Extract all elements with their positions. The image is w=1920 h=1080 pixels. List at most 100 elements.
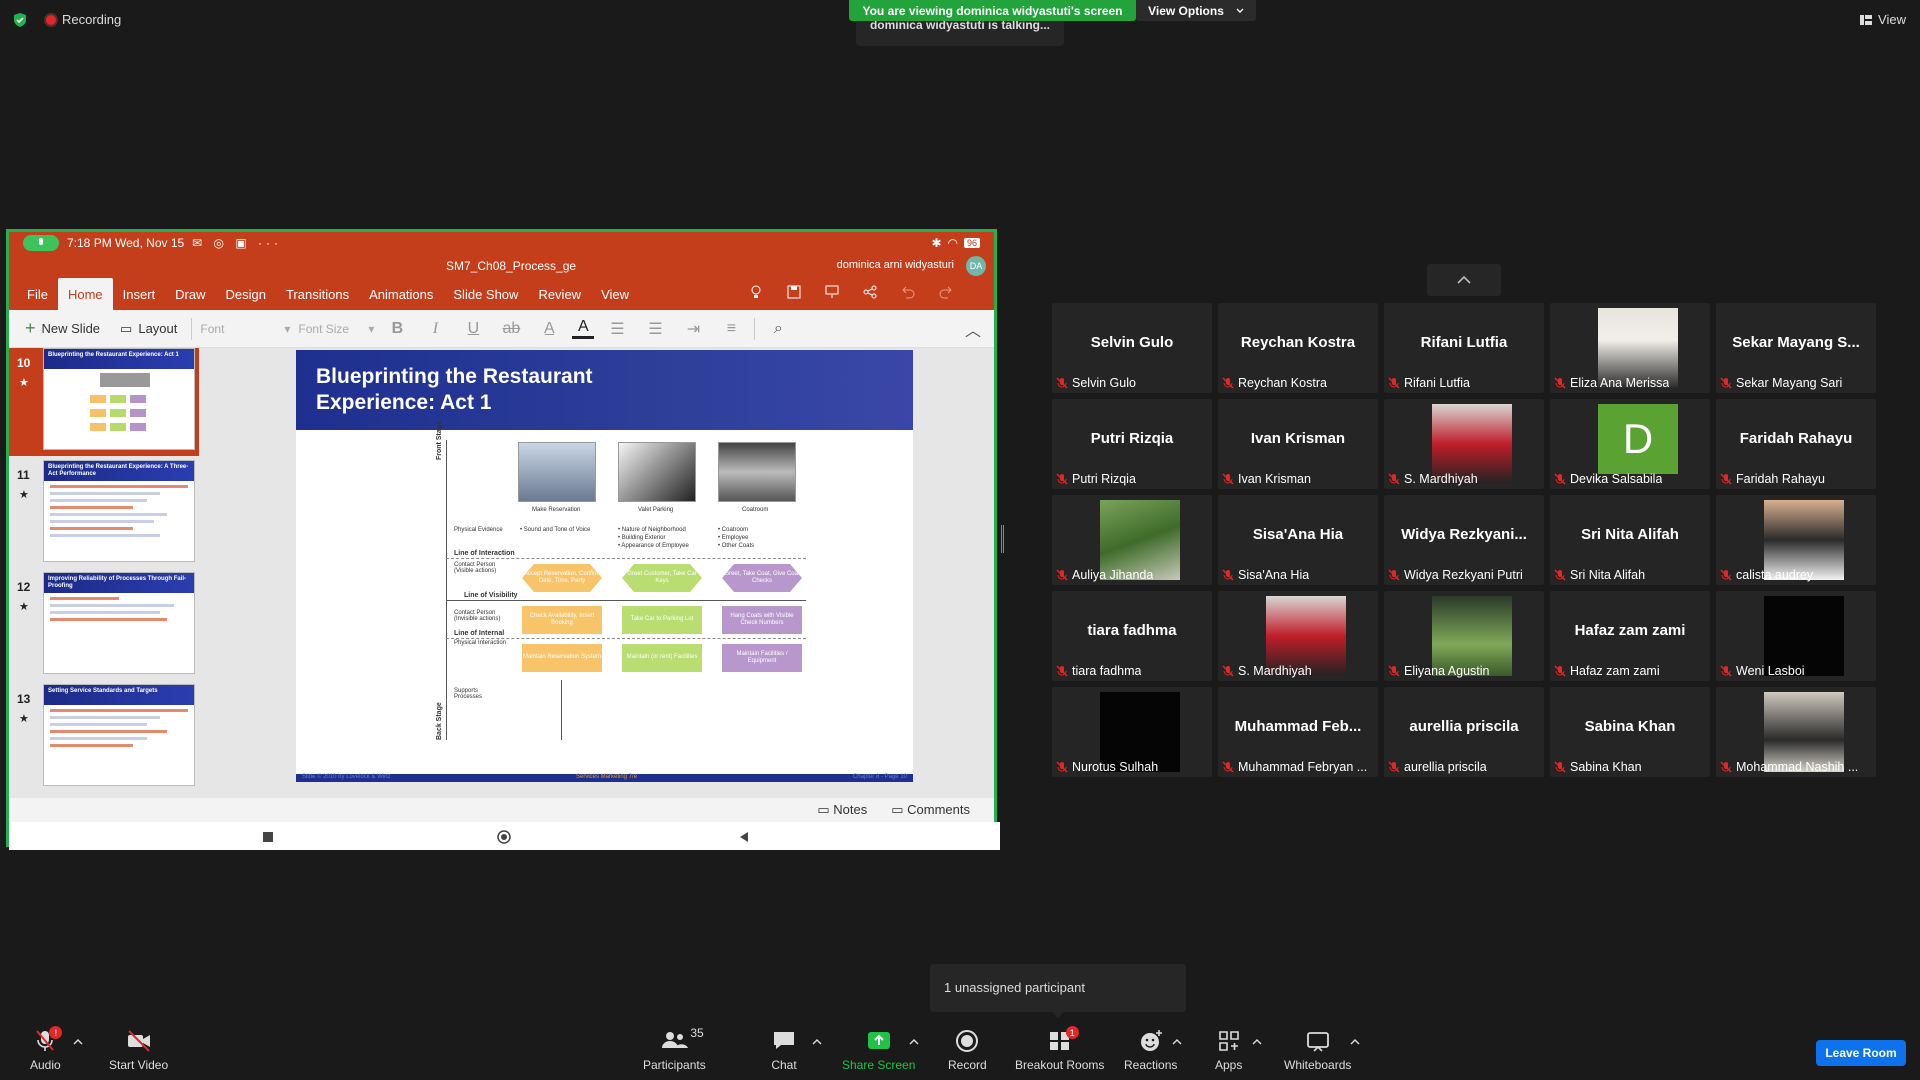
tab-view[interactable]: View: [591, 278, 639, 310]
participant-tile[interactable]: Nurotus Sulhah: [1052, 687, 1212, 777]
strikethrough-icon[interactable]: ab: [496, 320, 526, 338]
participant-display-name: Muhammad Feb...: [1234, 718, 1362, 735]
whiteboards-button[interactable]: Whiteboards: [1284, 1028, 1351, 1072]
participant-tile[interactable]: Eliza Ana Merissa: [1550, 303, 1710, 393]
redo-icon[interactable]: [938, 284, 954, 300]
bullets-icon[interactable]: ☰: [602, 319, 632, 339]
tab-file[interactable]: File: [17, 278, 58, 310]
breakout-rooms-button[interactable]: 1 Breakout Rooms: [1015, 1026, 1105, 1072]
underline-icon[interactable]: U: [458, 320, 488, 338]
chat-options-caret-icon[interactable]: [812, 1038, 822, 1046]
font-size-select[interactable]: Font Size ▾: [298, 322, 374, 336]
comments-button[interactable]: ▭ Comments: [891, 802, 970, 818]
home-icon[interactable]: [497, 830, 511, 844]
participant-tile[interactable]: Faridah Rahayu Faridah Rahayu: [1716, 399, 1876, 489]
participant-tile[interactable]: aurellia priscila aurellia priscila: [1384, 687, 1544, 777]
participant-tile[interactable]: Sabina Khan Sabina Khan: [1550, 687, 1710, 777]
participant-tile[interactable]: Reychan Kostra Reychan Kostra: [1218, 303, 1378, 393]
present-icon[interactable]: [824, 284, 840, 300]
share-options-caret-icon[interactable]: [909, 1038, 919, 1046]
participant-tile[interactable]: Ivan Krisman Ivan Krisman: [1218, 399, 1378, 489]
participant-tile[interactable]: tiara fadhma tiara fadhma: [1052, 591, 1212, 681]
share-screen-button[interactable]: Share Screen: [842, 1028, 915, 1072]
participant-tile[interactable]: Selvin Gulo Selvin Gulo: [1052, 303, 1212, 393]
whiteboards-caret-icon[interactable]: [1350, 1038, 1360, 1046]
tab-transitions[interactable]: Transitions: [276, 278, 359, 310]
audio-options-caret-icon[interactable]: [73, 1038, 83, 1046]
participant-tile[interactable]: S. Mardhiyah: [1384, 399, 1544, 489]
home-toolbar: + New Slide ▭ Layout Font ▾ Font Size ▾ B …: [9, 310, 994, 348]
breakout-rooms-label: Breakout Rooms: [1015, 1058, 1105, 1072]
security-shield-icon[interactable]: [12, 12, 28, 28]
numbering-icon[interactable]: ☰: [640, 319, 670, 339]
tab-home[interactable]: Home: [57, 278, 113, 310]
user-avatar[interactable]: DA: [966, 256, 986, 276]
gallery-page-up-button[interactable]: [1427, 264, 1501, 296]
layout-button[interactable]: ▭ Layout: [114, 321, 183, 337]
view-options-button[interactable]: View Options: [1136, 0, 1256, 21]
tab-slide-show[interactable]: Slide Show: [443, 278, 528, 310]
recent-apps-icon[interactable]: [261, 830, 275, 844]
save-icon[interactable]: [786, 284, 802, 300]
participants-button[interactable]: 35 Participants: [643, 1026, 706, 1072]
panel-resize-handle[interactable]: [1001, 525, 1004, 553]
tab-insert[interactable]: Insert: [113, 278, 166, 310]
participant-tile[interactable]: Sri Nita Alifah Sri Nita Alifah: [1550, 495, 1710, 585]
recording-indicator[interactable]: Recording: [46, 12, 121, 27]
tab-design[interactable]: Design: [216, 278, 276, 310]
muted-mic-icon: [1554, 473, 1566, 485]
tab-animations[interactable]: Animations: [359, 278, 443, 310]
participant-tile[interactable]: Mohammad Nashih ...: [1716, 687, 1876, 777]
participant-tile[interactable]: Sisa'Ana Hia Sisa'Ana Hia: [1218, 495, 1378, 585]
highlight-icon[interactable]: A̲: [534, 320, 564, 338]
reactions-caret-icon[interactable]: [1172, 1038, 1182, 1046]
collapse-ribbon-icon[interactable]: ︿: [958, 317, 988, 341]
participant-tile[interactable]: Sekar Mayang S... Sekar Mayang Sari: [1716, 303, 1876, 393]
participant-tile[interactable]: D Devika Salsabila: [1550, 399, 1710, 489]
participant-tile[interactable]: Muhammad Feb... Muhammad Febryan ...: [1218, 687, 1378, 777]
participant-tile[interactable]: Widya Rezkyani... Widya Rezkyani Putri: [1384, 495, 1544, 585]
participant-tile[interactable]: Hafaz zam zami Hafaz zam zami: [1550, 591, 1710, 681]
thumbnail-slide-12[interactable]: 12 ★ Improving Reliability of Processes …: [9, 572, 199, 680]
participant-tile[interactable]: Putri Rizqia Putri Rizqia: [1052, 399, 1212, 489]
view-button[interactable]: View: [1860, 12, 1906, 27]
shared-screen[interactable]: 7:18 PM Wed, Nov 15 ✉ ◎ ▣ ··· ✱ ◠ 96 SM7…: [6, 229, 1000, 850]
undo-icon[interactable]: [900, 284, 916, 300]
user-name: dominica arni widyasturi: [836, 259, 954, 271]
back-icon[interactable]: [737, 830, 751, 844]
current-slide[interactable]: Blueprinting the Restaurant Experience: …: [296, 350, 913, 782]
thumb-diagram: [44, 369, 194, 449]
share-icon[interactable]: [862, 284, 878, 300]
apps-button[interactable]: Apps: [1215, 1028, 1242, 1072]
search-icon[interactable]: ⌕: [763, 320, 793, 338]
thumbnail-slide-10[interactable]: 10 ★ Blueprinting the Restaurant Experie…: [9, 348, 199, 456]
start-video-button[interactable]: Start Video: [109, 1028, 168, 1072]
indent-icon[interactable]: ⇥: [678, 319, 708, 339]
font-select[interactable]: Font ▾: [200, 322, 290, 336]
status-time: 7:18 PM Wed, Nov 15: [67, 236, 185, 250]
leave-room-button[interactable]: Leave Room: [1816, 1040, 1906, 1066]
thumbnail-slide-13[interactable]: 13 ★ Setting Service Standards and Targe…: [9, 684, 199, 792]
participant-tile[interactable]: Auliya Jihanda: [1052, 495, 1212, 585]
bold-icon[interactable]: B: [382, 320, 412, 338]
reactions-button[interactable]: Reactions: [1124, 1028, 1177, 1072]
thumbnail-slide-11[interactable]: 11 ★ Blueprinting the Restaurant Experie…: [9, 460, 199, 568]
chat-button[interactable]: Chat: [771, 1028, 797, 1072]
participant-name-row: tiara fadhma: [1056, 664, 1141, 678]
italic-icon[interactable]: I: [420, 320, 450, 338]
participant-tile[interactable]: calista audrey: [1716, 495, 1876, 585]
record-button[interactable]: Record: [948, 1028, 987, 1072]
font-color-icon[interactable]: A: [572, 318, 595, 339]
notes-button[interactable]: ▭ Notes: [817, 802, 867, 818]
participant-tile[interactable]: Eliyana Agustin: [1384, 591, 1544, 681]
lightbulb-icon[interactable]: [748, 284, 764, 300]
audio-button[interactable]: ! Audio: [30, 1026, 63, 1072]
participant-tile[interactable]: Weni Lasboi: [1716, 591, 1876, 681]
participant-tile[interactable]: S. Mardhiyah: [1218, 591, 1378, 681]
new-slide-button[interactable]: + New Slide: [19, 318, 106, 339]
align-icon[interactable]: ≡: [716, 320, 746, 338]
participant-tile[interactable]: Rifani Lutfia Rifani Lutfia: [1384, 303, 1544, 393]
apps-caret-icon[interactable]: [1252, 1038, 1262, 1046]
tab-draw[interactable]: Draw: [165, 278, 215, 310]
tab-review[interactable]: Review: [528, 278, 591, 310]
